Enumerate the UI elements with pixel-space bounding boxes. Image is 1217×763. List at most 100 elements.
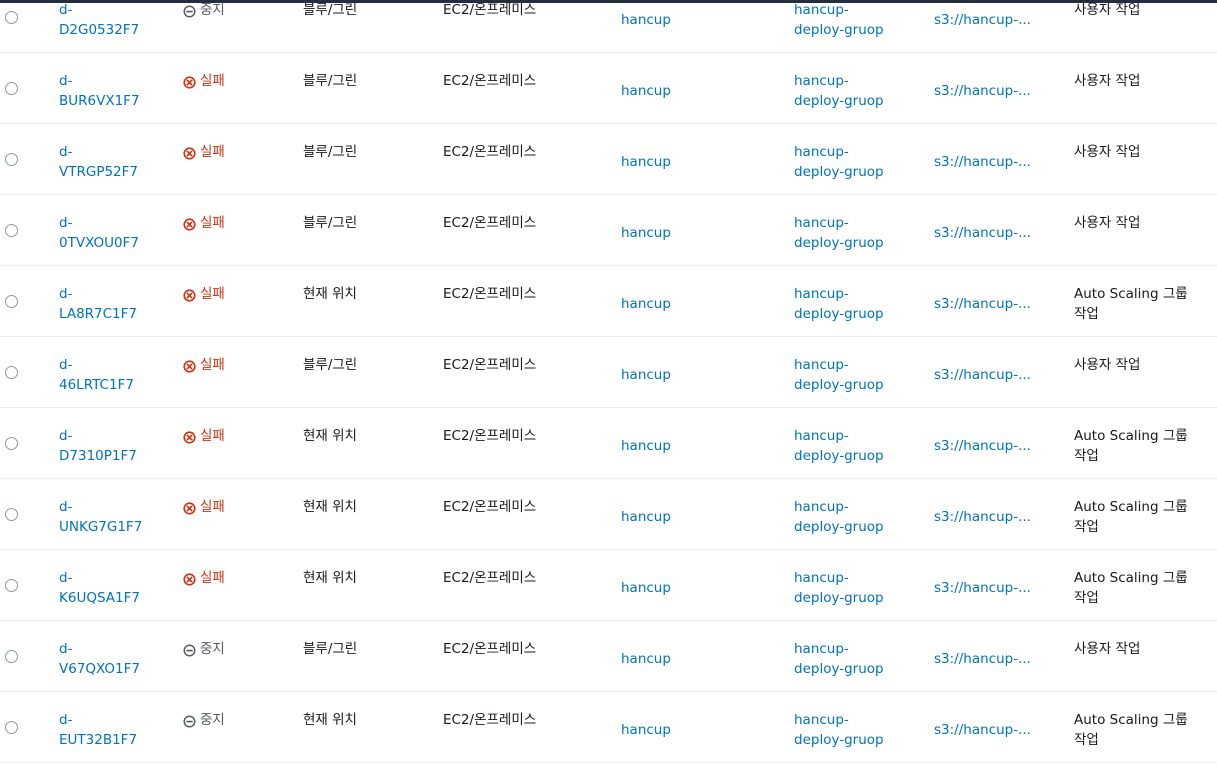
row-select-radio[interactable]: [5, 650, 18, 663]
revision-location-link[interactable]: s3://hancup-...: [934, 81, 1034, 101]
table-row[interactable]: d- 0TVXOU0F7 실패 블루/그린 EC2/온프레미스 hancup h…: [0, 195, 1217, 266]
application-link[interactable]: hancup: [621, 436, 671, 456]
application-link[interactable]: hancup: [621, 649, 671, 669]
deployment-group-line1: hancup-: [794, 712, 849, 728]
revision-location-link[interactable]: s3://hancup-...: [934, 10, 1034, 30]
status-cell: 실패: [183, 142, 225, 162]
deployment-group-link[interactable]: hancup- deploy-gruop: [794, 284, 884, 324]
revision-location-link[interactable]: s3://hancup-...: [934, 436, 1034, 456]
row-select-radio[interactable]: [5, 721, 18, 734]
deployment-id-link[interactable]: d- D7310P1F7: [59, 426, 137, 466]
deployment-id-link[interactable]: d- 0TVXOU0F7: [59, 213, 139, 253]
deployment-group-link[interactable]: hancup- deploy-gruop: [794, 639, 884, 679]
deployment-group-link[interactable]: hancup- deploy-gruop: [794, 71, 884, 111]
initiating-event: 사용자 작업: [1074, 2, 1141, 18]
table-row[interactable]: d- LA8R7C1F7 실패 현재 위치 EC2/온프레미스 hancup h…: [0, 266, 1217, 337]
deployment-id-link[interactable]: d- 46LRTC1F7: [59, 355, 134, 395]
initiating-event: Auto Scaling 그룹 작업: [1074, 499, 1188, 535]
table-row[interactable]: d- EUT32B1F7 중지 현재 위치 EC2/온프레미스 hancup h…: [0, 692, 1217, 763]
application-link[interactable]: hancup: [621, 720, 671, 740]
status-text: 중지: [200, 2, 225, 18]
status-text: 실패: [200, 144, 225, 160]
table-row[interactable]: d- BUR6VX1F7 실패 블루/그린 EC2/온프레미스 hancup h…: [0, 53, 1217, 124]
deployment-type: 블루/그린: [303, 73, 358, 89]
application-link[interactable]: hancup: [621, 365, 671, 385]
deployment-id-prefix: d-: [59, 2, 73, 18]
revision-location-link[interactable]: s3://hancup-...: [934, 507, 1034, 527]
x-circle-icon: [183, 288, 196, 302]
deployment-id-link[interactable]: d- V67QXO1F7: [59, 639, 140, 679]
deployment-type: 현재 위치: [303, 499, 357, 515]
application-link[interactable]: hancup: [621, 223, 671, 243]
row-select-radio[interactable]: [5, 579, 18, 592]
x-circle-icon: [183, 430, 196, 444]
deployment-group-line2: deploy-gruop: [794, 661, 884, 677]
x-circle-icon: [183, 359, 196, 373]
deployment-type: 현재 위치: [303, 428, 357, 444]
deployment-id-prefix: d-: [59, 712, 73, 728]
row-select-radio[interactable]: [5, 224, 18, 237]
status-text: 실패: [200, 570, 225, 586]
deployment-id-link[interactable]: d- EUT32B1F7: [59, 710, 137, 750]
table-row[interactable]: d- 46LRTC1F7 실패 블루/그린 EC2/온프레미스 hancup h…: [0, 337, 1217, 408]
status-cell: 중지: [183, 639, 225, 659]
revision-location-link[interactable]: s3://hancup-...: [934, 223, 1034, 243]
deployment-id-prefix: d-: [59, 286, 73, 302]
application-link[interactable]: hancup: [621, 10, 671, 30]
deployment-id-prefix: d-: [59, 428, 73, 444]
table-row[interactable]: d- D7310P1F7 실패 현재 위치 EC2/온프레미스 hancup h…: [0, 408, 1217, 479]
deployment-id-link[interactable]: d- VTRGP52F7: [59, 142, 138, 182]
deployment-id-link[interactable]: d- BUR6VX1F7: [59, 71, 140, 111]
compute-platform: EC2/온프레미스: [443, 357, 537, 373]
application-link[interactable]: hancup: [621, 578, 671, 598]
row-select-radio[interactable]: [5, 508, 18, 521]
application-link[interactable]: hancup: [621, 507, 671, 527]
row-select-radio[interactable]: [5, 153, 18, 166]
status-cell: 실패: [183, 568, 225, 588]
deployment-group-link[interactable]: hancup- deploy-gruop: [794, 0, 884, 40]
table-row[interactable]: d- V67QXO1F7 중지 블루/그린 EC2/온프레미스 hancup h…: [0, 621, 1217, 692]
deployment-group-link[interactable]: hancup- deploy-gruop: [794, 355, 884, 395]
deployment-group-link[interactable]: hancup- deploy-gruop: [794, 142, 884, 182]
status-cell: 실패: [183, 426, 225, 446]
initiating-event: Auto Scaling 그룹 작업: [1074, 428, 1188, 464]
deployment-id-link[interactable]: d- K6UQSA1F7: [59, 568, 140, 608]
deployment-type: 현재 위치: [303, 570, 357, 586]
application-link[interactable]: hancup: [621, 294, 671, 314]
table-row[interactable]: d- VTRGP52F7 실패 블루/그린 EC2/온프레미스 hancup h…: [0, 124, 1217, 195]
deployment-id-suffix: D7310P1F7: [59, 448, 137, 464]
compute-platform: EC2/온프레미스: [443, 712, 537, 728]
deployment-id-link[interactable]: d- UNKG7G1F7: [59, 497, 142, 537]
table-row[interactable]: d- D2G0532F7 중지 블루/그린 EC2/온프레미스 hancup h…: [0, 0, 1217, 53]
row-select-radio[interactable]: [5, 82, 18, 95]
revision-location-link[interactable]: s3://hancup-...: [934, 720, 1034, 740]
row-select-radio[interactable]: [5, 295, 18, 308]
revision-location-link[interactable]: s3://hancup-...: [934, 152, 1034, 172]
revision-location-link[interactable]: s3://hancup-...: [934, 578, 1034, 598]
revision-location-link[interactable]: s3://hancup-...: [934, 365, 1034, 385]
deployment-group-link[interactable]: hancup- deploy-gruop: [794, 710, 884, 750]
deployment-type: 블루/그린: [303, 357, 358, 373]
deployment-group-link[interactable]: hancup- deploy-gruop: [794, 213, 884, 253]
revision-location-link[interactable]: s3://hancup-...: [934, 294, 1034, 314]
deployment-id-link[interactable]: d- D2G0532F7: [59, 0, 139, 40]
deployment-group-link[interactable]: hancup- deploy-gruop: [794, 568, 884, 608]
deployment-id-prefix: d-: [59, 570, 73, 586]
deployment-group-line1: hancup-: [794, 215, 849, 231]
x-circle-icon: [183, 501, 196, 515]
table-row[interactable]: d- UNKG7G1F7 실패 현재 위치 EC2/온프레미스 hancup h…: [0, 479, 1217, 550]
row-select-radio[interactable]: [5, 11, 18, 24]
deployment-group-link[interactable]: hancup- deploy-gruop: [794, 426, 884, 466]
deployment-id-link[interactable]: d- LA8R7C1F7: [59, 284, 137, 324]
deployment-id-suffix: D2G0532F7: [59, 22, 140, 38]
revision-location-link[interactable]: s3://hancup-...: [934, 649, 1034, 669]
application-link[interactable]: hancup: [621, 152, 671, 172]
deployment-group-line2: deploy-gruop: [794, 377, 884, 393]
initiating-event: 사용자 작업: [1074, 73, 1141, 89]
table-row[interactable]: d- K6UQSA1F7 실패 현재 위치 EC2/온프레미스 hancup h…: [0, 550, 1217, 621]
application-link[interactable]: hancup: [621, 81, 671, 101]
row-select-radio[interactable]: [5, 437, 18, 450]
deployment-group-line2: deploy-gruop: [794, 93, 884, 109]
deployment-group-link[interactable]: hancup- deploy-gruop: [794, 497, 884, 537]
row-select-radio[interactable]: [5, 366, 18, 379]
